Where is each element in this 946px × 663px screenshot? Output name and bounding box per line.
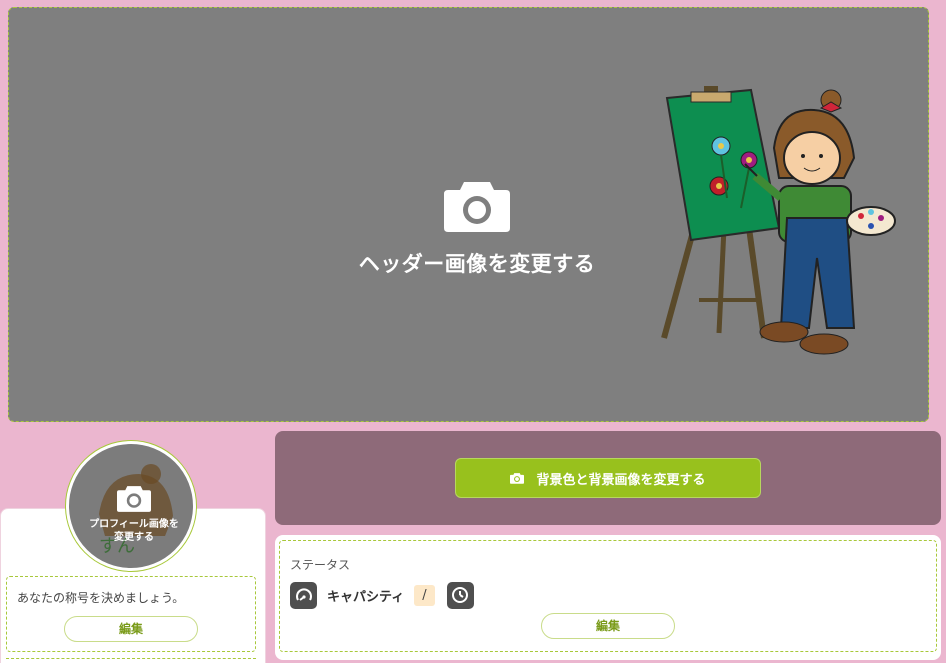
background-panel: 背景色と背景画像を変更する <box>275 431 941 525</box>
profile-avatar[interactable]: すん プロフィール画像を 変更する <box>66 441 196 571</box>
edit-status-button[interactable]: 編集 <box>541 613 675 639</box>
status-title: ステータス <box>290 558 351 572</box>
title-box: あなたの称号を決めましょう。 編集 <box>6 576 256 652</box>
change-background-button[interactable]: 背景色と背景画像を変更する <box>455 458 761 498</box>
capacity-label: キャパシティ <box>327 589 405 605</box>
camera-icon <box>510 473 525 484</box>
edit-title-button[interactable]: 編集 <box>64 616 198 642</box>
header-image-area[interactable]: ヘッダー画像を変更する <box>8 7 929 422</box>
change-header-button[interactable]: ヘッダー画像を変更する <box>349 178 605 278</box>
change-header-label: ヘッダー画像を変更する <box>358 252 596 276</box>
camera-icon <box>117 486 151 512</box>
status-inner: ステータス キャパシティ / 編集 <box>279 540 937 652</box>
change-background-label: 背景色と背景画像を変更する <box>536 472 706 488</box>
status-card: ステータス キャパシティ / 編集 <box>275 535 941 660</box>
clock-icon <box>446 581 474 609</box>
capacity-value: / <box>414 584 435 606</box>
status-row: キャパシティ / <box>290 581 474 609</box>
camera-icon <box>444 182 510 232</box>
divider <box>6 658 256 663</box>
gauge-icon <box>290 581 317 609</box>
change-profile-label: プロフィール画像を 変更する <box>89 519 179 543</box>
title-hint: あなたの称号を決めましょう。 <box>17 591 185 605</box>
artist-girl-illustration <box>661 86 896 355</box>
